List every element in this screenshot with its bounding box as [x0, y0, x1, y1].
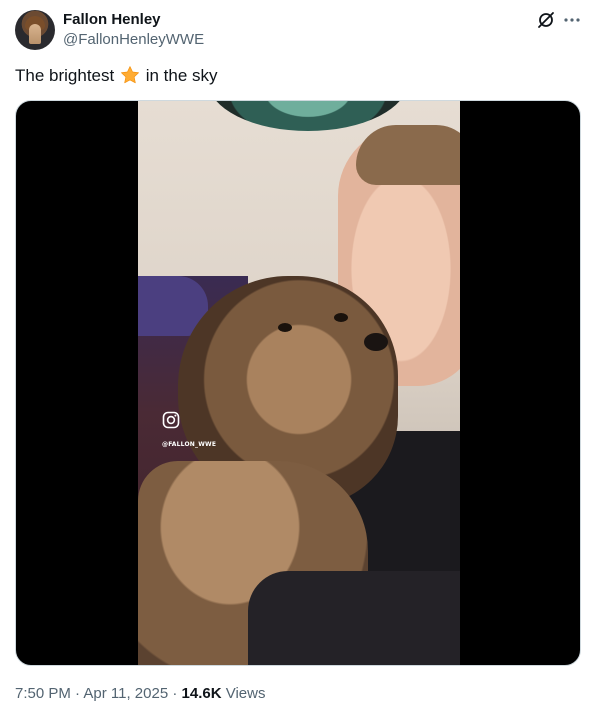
instagram-icon	[162, 411, 180, 429]
views-count[interactable]: 14.6K	[182, 685, 222, 702]
wall-art	[208, 101, 408, 131]
watermark-handle: @FALLON_WWE	[162, 441, 217, 448]
avatar-figure	[29, 24, 41, 44]
blanket	[248, 571, 460, 665]
author-display-name[interactable]: Fallon Henley	[63, 11, 161, 29]
more-options-icon[interactable]	[562, 10, 582, 30]
tweet: Fallon Henley @FallonHenleyWWE The brigh…	[0, 0, 598, 706]
avatar[interactable]	[15, 10, 55, 50]
tweet-text-part-2: in the sky	[145, 66, 218, 85]
tweet-media-video[interactable]: @FALLON_WWE	[15, 100, 581, 666]
tweet-text: The brightest in the sky	[15, 64, 218, 88]
person-hair	[356, 125, 460, 185]
author-handle[interactable]: @FallonHenleyWWE	[63, 31, 204, 49]
video-frame[interactable]: @FALLON_WWE	[138, 101, 460, 665]
dog-eye-left	[278, 323, 292, 332]
views-label: Views	[221, 685, 266, 702]
tweet-time[interactable]: 7:50 PM	[15, 685, 71, 702]
star-emoji-icon	[121, 66, 139, 84]
tweet-text-part-1: The brightest	[15, 66, 115, 85]
grok-icon[interactable]	[536, 10, 556, 30]
dog-eye-right	[334, 313, 348, 322]
meta-separator-2: ·	[168, 685, 182, 702]
dog-nose	[364, 333, 388, 351]
tweet-date[interactable]: Apr 11, 2025	[83, 685, 168, 702]
meta-separator: ·	[70, 685, 84, 702]
tweet-meta: 7:50 PM · Apr 11, 2025 · 14.6K Views	[15, 685, 265, 703]
